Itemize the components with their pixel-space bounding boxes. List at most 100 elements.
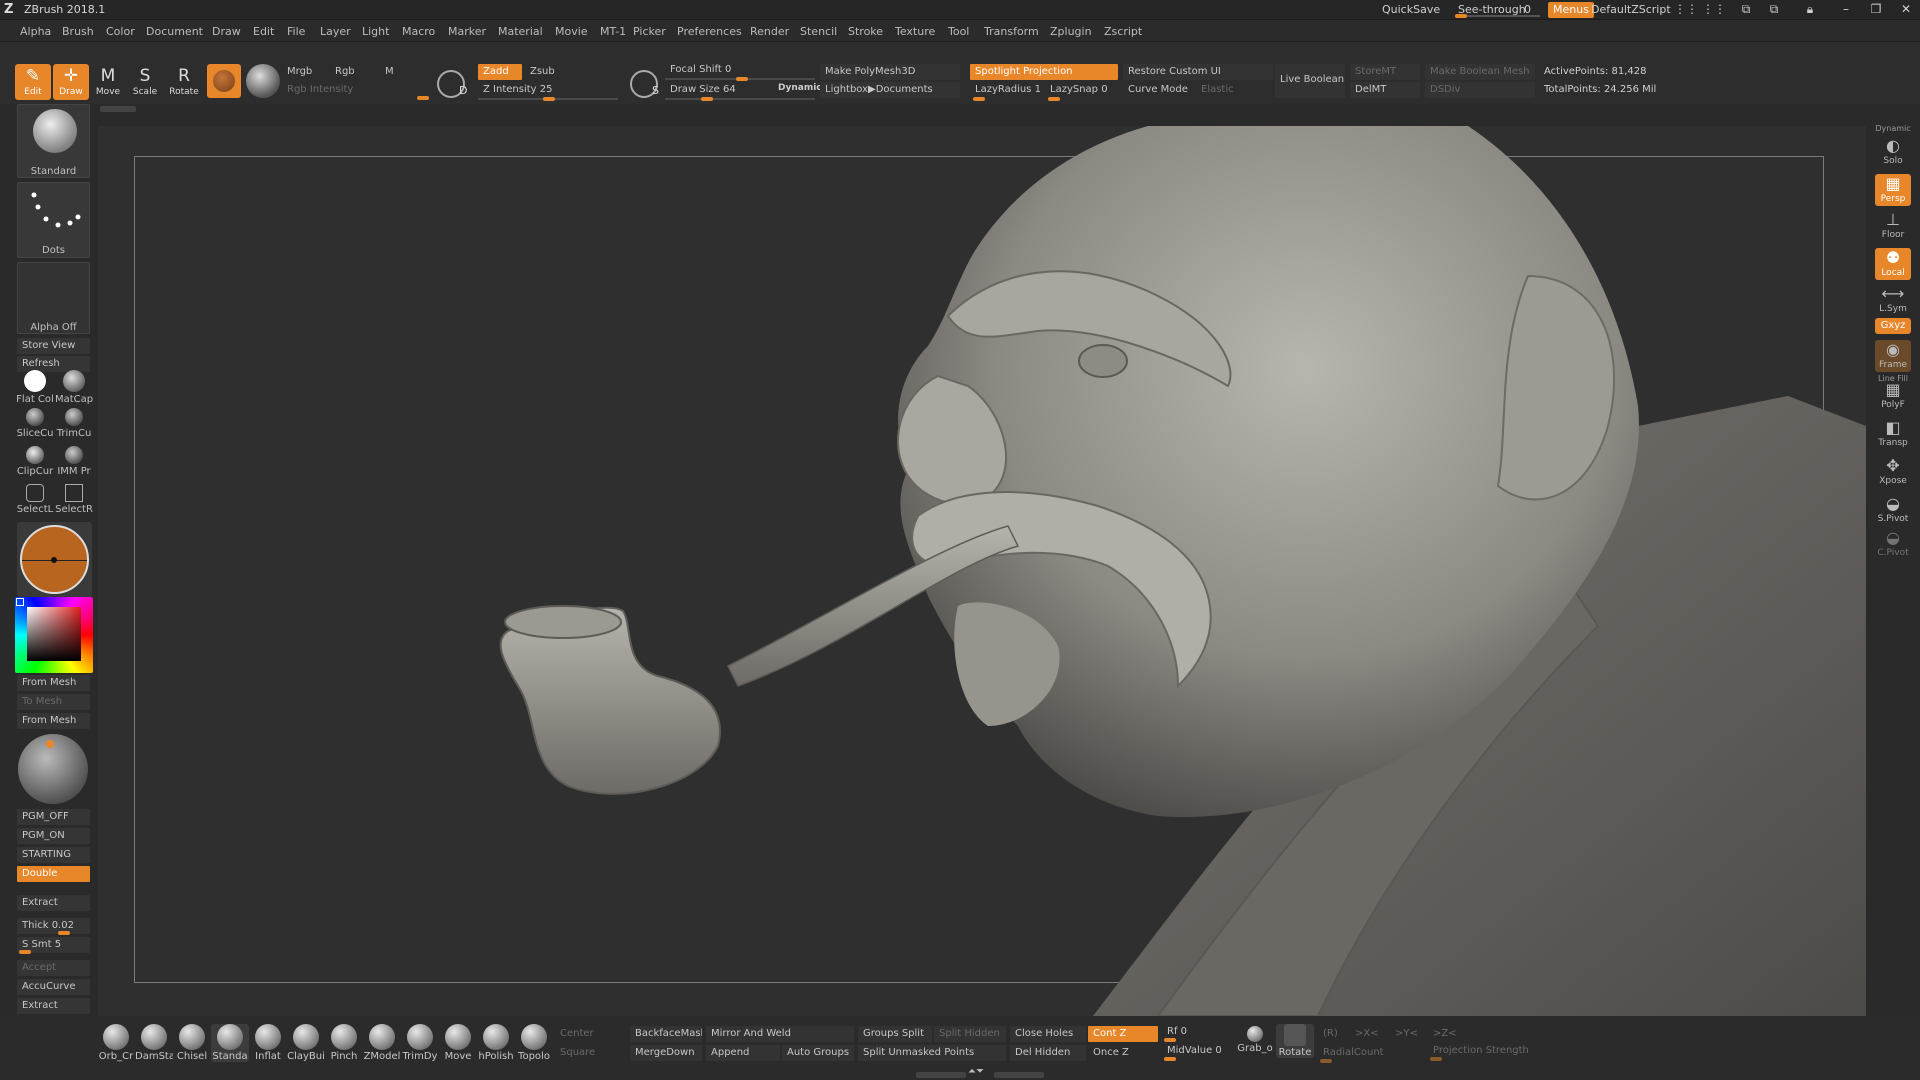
from-mesh-button[interactable]: From Mesh: [17, 675, 90, 691]
material-swatch-button[interactable]: [207, 64, 241, 98]
menu-item-stroke[interactable]: Stroke: [848, 25, 883, 38]
brush-move[interactable]: Move: [439, 1024, 477, 1062]
menu-item-mt1[interactable]: MT-1: [600, 25, 626, 38]
extract-button-2[interactable]: Extract: [17, 998, 90, 1014]
brush-picker-button[interactable]: Standard: [17, 104, 90, 178]
radial-count-slider[interactable]: RadialCount: [1318, 1045, 1428, 1061]
restore-custom-ui-button[interactable]: Restore Custom UI: [1123, 64, 1273, 80]
starting-button[interactable]: STARTING: [17, 847, 90, 863]
rgb-intensity-slider[interactable]: Rgb Intensity: [282, 82, 432, 98]
quicksave-button[interactable]: QuickSave: [1382, 3, 1440, 16]
thick-slider-knob[interactable]: [58, 931, 70, 935]
mirror-and-weld-button[interactable]: Mirror And Weld: [706, 1026, 854, 1042]
split-unmasked-points-button[interactable]: Split Unmasked Points: [858, 1045, 1006, 1061]
xpose-button[interactable]: ✥ Xpose: [1875, 456, 1911, 488]
live-boolean-toggle[interactable]: Live Boolean: [1275, 64, 1345, 98]
pgm-on-button[interactable]: PGM_ON: [17, 828, 90, 844]
split-hidden-button[interactable]: Split Hidden: [934, 1026, 1006, 1042]
transp-button[interactable]: ◧ Transp: [1875, 418, 1911, 450]
rotate-doc-button[interactable]: Rotate: [1276, 1024, 1314, 1058]
brush-topology[interactable]: Topolo: [515, 1024, 553, 1062]
minimize-icon[interactable]: –: [1838, 2, 1854, 18]
select-lasso-button[interactable]: SelectL: [16, 484, 54, 515]
color-picker[interactable]: [15, 597, 93, 673]
bottom-tray-handle-left[interactable]: [916, 1072, 966, 1078]
make-polymesh-button[interactable]: Make PolyMesh3D: [820, 64, 960, 80]
pgm-off-button[interactable]: PGM_OFF: [17, 809, 90, 825]
groups-split-button[interactable]: Groups Split: [858, 1026, 932, 1042]
close-holes-button[interactable]: Close Holes: [1010, 1026, 1086, 1042]
sculpt-model[interactable]: [98, 126, 1866, 1016]
to-mesh-button[interactable]: To Mesh: [17, 694, 90, 710]
draw-size-slider[interactable]: Draw Size 64: [665, 82, 765, 98]
lazy-radius-knob[interactable]: [973, 97, 985, 101]
layout-icon[interactable]: ⋮⋮: [1702, 2, 1726, 18]
backface-mask-toggle[interactable]: BackfaceMask: [630, 1026, 702, 1042]
m-toggle[interactable]: M: [380, 64, 399, 80]
see-through-slider-knob[interactable]: [1455, 14, 1467, 18]
draw-button[interactable]: ✛ Draw: [53, 64, 89, 100]
z-symmetry-toggle[interactable]: >Z<: [1428, 1026, 1462, 1042]
menus-button[interactable]: Menus: [1548, 2, 1594, 18]
menu-item-picker[interactable]: Picker: [633, 25, 666, 38]
brush-hpolish[interactable]: hPolish: [477, 1024, 515, 1062]
s-smt-slider-knob[interactable]: [19, 950, 31, 954]
menu-item-stencil[interactable]: Stencil: [800, 25, 837, 38]
clip-curve-button[interactable]: ClipCur: [16, 446, 54, 477]
brush-inflate[interactable]: Inflat: [249, 1024, 287, 1062]
auto-groups-button[interactable]: Auto Groups: [782, 1045, 854, 1061]
curve-mode-toggle[interactable]: Curve Mode: [1123, 82, 1193, 98]
rgb-toggle[interactable]: Rgb: [330, 64, 360, 80]
texture-swatch-button[interactable]: [246, 64, 280, 98]
once-z-toggle[interactable]: Once Z: [1088, 1045, 1158, 1061]
z-intensity-knob[interactable]: [543, 97, 555, 101]
brush-damstandard[interactable]: DamSta: [135, 1024, 173, 1062]
local-button[interactable]: ⚉ Local: [1875, 248, 1911, 280]
lsym-button[interactable]: ⟷ L.Sym: [1875, 284, 1911, 316]
draw-options-icon[interactable]: D: [437, 70, 467, 98]
polyf-button[interactable]: ▦ PolyF: [1875, 380, 1911, 412]
grab-doc-button[interactable]: Grab_o: [1236, 1026, 1274, 1054]
matcap-material-button[interactable]: MatCap: [55, 370, 93, 405]
imm-primitives-button[interactable]: IMM Pr: [55, 446, 93, 477]
slice-curve-button[interactable]: SliceCu: [16, 408, 54, 439]
zadd-toggle[interactable]: Zadd: [478, 64, 522, 80]
y-symmetry-toggle[interactable]: >Y<: [1390, 1026, 1423, 1042]
brush-zmodeler[interactable]: ZModel: [363, 1024, 401, 1062]
menu-item-light[interactable]: Light: [362, 25, 389, 38]
layout-alt-icon[interactable]: ⧉: [1766, 2, 1782, 18]
rotate-button[interactable]: R Rotate: [166, 64, 202, 100]
floor-button[interactable]: ⊥ Floor: [1875, 210, 1911, 242]
center-button[interactable]: Center: [555, 1026, 599, 1042]
make-boolean-mesh-button[interactable]: Make Boolean Mesh: [1425, 64, 1535, 80]
menu-item-alpha[interactable]: Alpha: [20, 25, 51, 38]
scale-button[interactable]: S Scale: [127, 64, 163, 100]
brush-chisel[interactable]: Chisel: [173, 1024, 211, 1062]
merge-down-button[interactable]: MergeDown: [630, 1045, 702, 1061]
xyz-button[interactable]: Gxyz: [1875, 318, 1911, 334]
lightbox-button[interactable]: Lightbox▶Documents: [820, 82, 960, 98]
menu-item-brush[interactable]: Brush: [62, 25, 94, 38]
trim-curve-button[interactable]: TrimCu: [55, 408, 93, 439]
lazy-radius-slider[interactable]: LazyRadius 1: [970, 82, 1040, 98]
brush-pinch[interactable]: Pinch: [325, 1024, 363, 1062]
menu-item-zscript[interactable]: Zscript: [1104, 25, 1142, 38]
menu-item-preferences[interactable]: Preferences: [677, 25, 742, 38]
dynamic-toggle[interactable]: Dynamic: [778, 83, 822, 93]
menu-item-color[interactable]: Color: [106, 25, 135, 38]
document-canvas[interactable]: [98, 126, 1866, 1016]
tray-handle[interactable]: [100, 106, 136, 112]
brush-trimdynamic[interactable]: TrimDy: [401, 1024, 439, 1062]
accept-button[interactable]: Accept: [17, 960, 90, 976]
accu-curve-toggle[interactable]: AccuCurve: [17, 979, 90, 995]
menu-item-material[interactable]: Material: [498, 25, 543, 38]
draw-size-track[interactable]: [665, 98, 815, 100]
cpivot-button[interactable]: ◒ C.Pivot: [1875, 528, 1911, 560]
see-through-slider[interactable]: [1455, 14, 1540, 18]
lock-icon[interactable]: 🔒︎: [1802, 2, 1818, 18]
matcap-preview-sphere[interactable]: [18, 734, 88, 804]
lazy-snap-slider[interactable]: LazySnap 0: [1045, 82, 1117, 98]
extract-button[interactable]: Extract: [17, 895, 90, 911]
cont-z-toggle[interactable]: Cont Z: [1088, 1026, 1158, 1042]
menu-item-movie[interactable]: Movie: [555, 25, 588, 38]
